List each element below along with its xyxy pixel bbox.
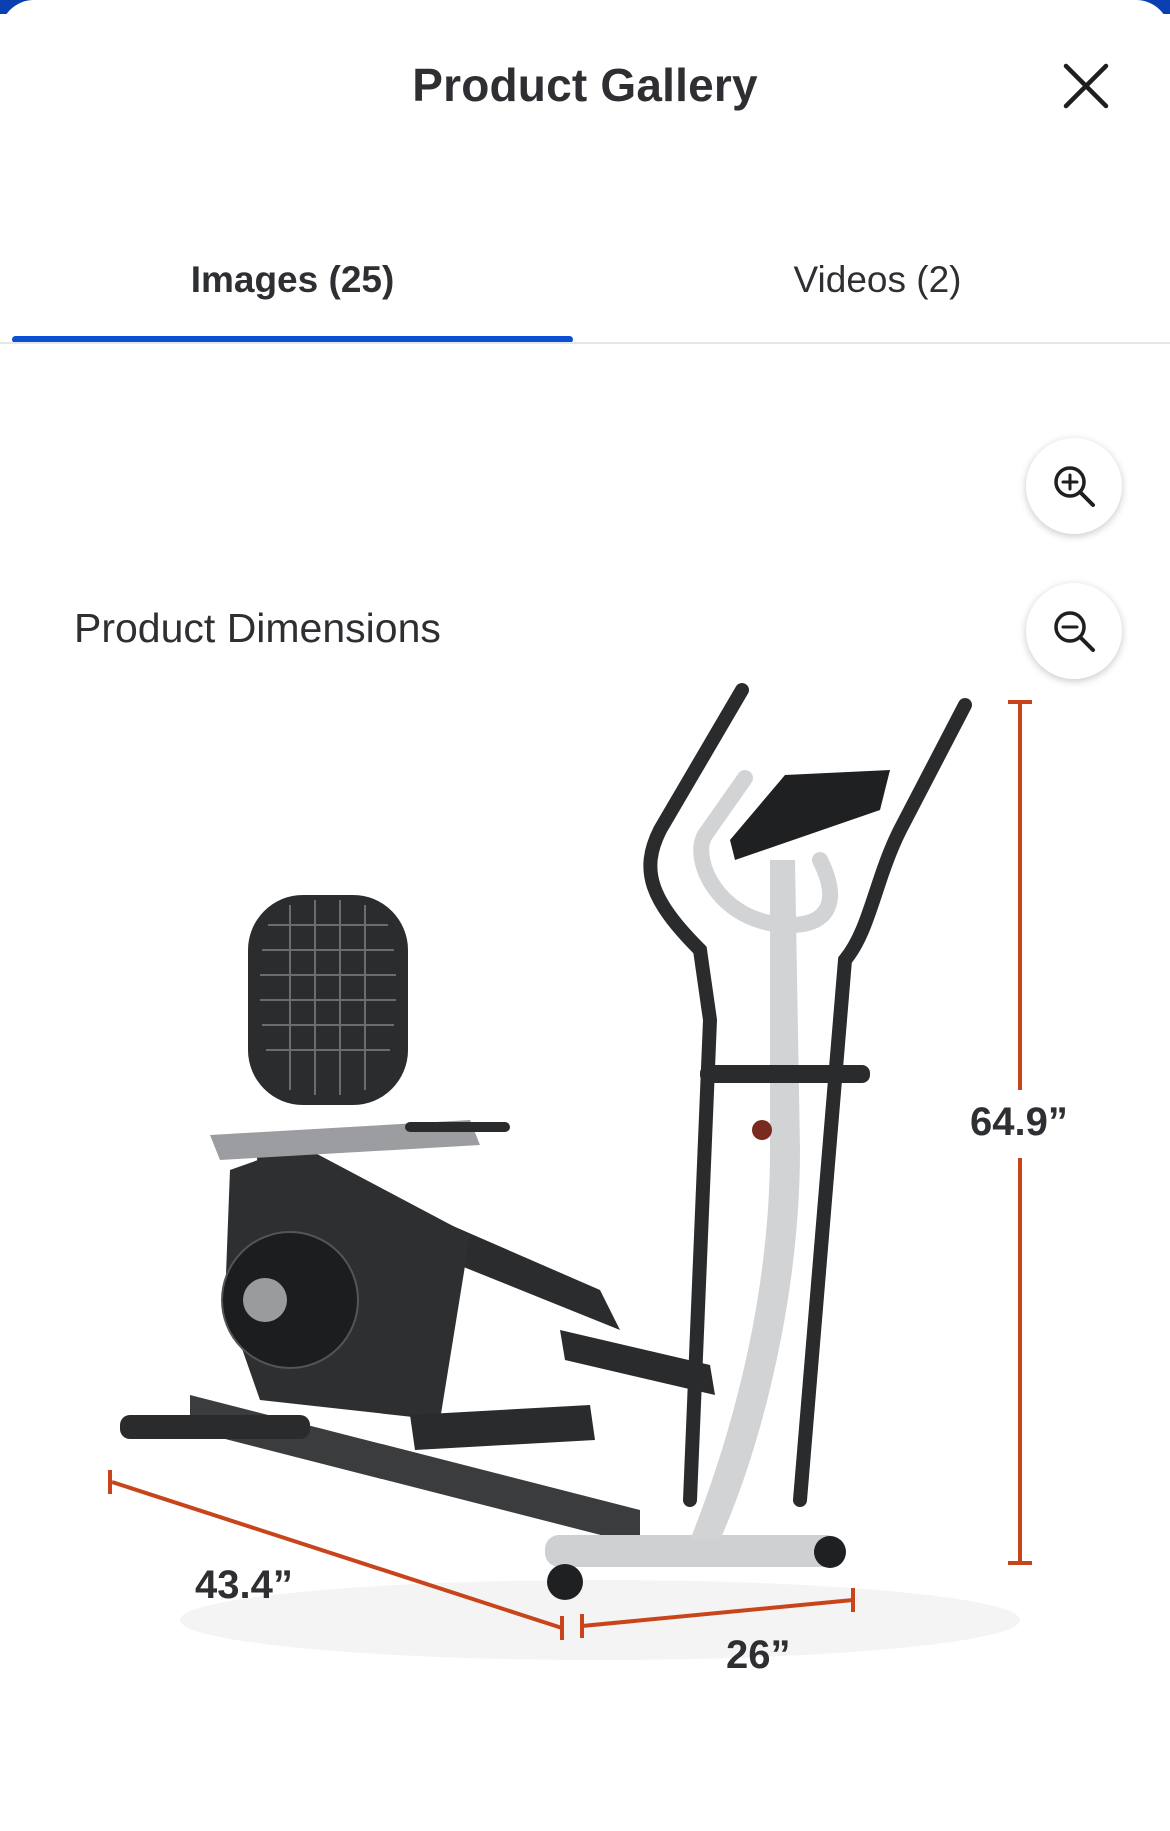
product-image bbox=[108, 683, 1032, 1660]
close-button[interactable] bbox=[1058, 58, 1114, 114]
length-dimension: 43.4” bbox=[195, 1563, 293, 1607]
width-dimension: 26” bbox=[726, 1633, 791, 1677]
zoom-in-icon bbox=[1054, 466, 1095, 507]
tab-divider bbox=[0, 342, 1170, 344]
close-icon bbox=[1063, 63, 1109, 109]
gallery-tabs: Images (25) Videos (2) bbox=[0, 245, 1170, 345]
zoom-out-icon bbox=[1054, 611, 1095, 652]
zoom-out-button[interactable] bbox=[1026, 583, 1122, 679]
page-title: Product Gallery bbox=[412, 59, 758, 111]
tab-images[interactable]: Images (25) bbox=[0, 245, 585, 345]
tab-videos[interactable]: Videos (2) bbox=[585, 245, 1170, 345]
zoom-in-button[interactable] bbox=[1026, 438, 1122, 534]
height-dimension: 64.9” bbox=[970, 1100, 1068, 1144]
image-caption: Product Dimensions bbox=[74, 605, 441, 651]
